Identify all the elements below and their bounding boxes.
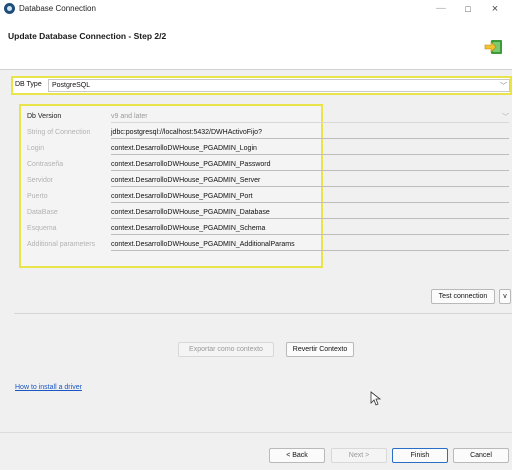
cancel-button[interactable]: Cancel [453,448,509,463]
back-button[interactable]: < Back [269,448,325,463]
db-type-select[interactable]: PostgreSQL ﹀ [48,79,510,92]
additional-params-label: Additional parameters [27,241,96,248]
schema-row: Esquema context.DesarrolloDWHouse_PGADMI… [27,222,512,236]
connection-string-label: String of Connection [27,129,91,136]
minimize-button[interactable]: — [428,1,454,17]
connection-string-row: String of Connection jdbc:postgresql://l… [27,126,512,140]
password-row: Contraseña context.DesarrolloDWHouse_PGA… [27,158,512,172]
install-driver-link[interactable]: How to install a driver [15,384,82,391]
divider [14,313,512,314]
chevron-down-icon: ﹀ [502,114,509,121]
chevron-down-icon: ﹀ [500,83,507,90]
window-title: Database Connection [19,4,96,13]
port-label: Puerto [27,193,48,200]
schema-field[interactable]: context.DesarrolloDWHouse_PGADMIN_Schema [111,223,509,235]
login-row: Login context.DesarrolloDWHouse_PGADMIN_… [27,142,512,156]
schema-label: Esquema [27,225,57,232]
login-field[interactable]: context.DesarrolloDWHouse_PGADMIN_Login [111,143,509,155]
port-row: Puerto context.DesarrolloDWHouse_PGADMIN… [27,190,512,204]
revert-context-button[interactable]: Revertir Contexto [286,342,354,357]
password-label: Contraseña [27,161,64,168]
additional-params-field[interactable]: context.DesarrolloDWHouse_PGADMIN_Additi… [111,239,509,251]
wizard-header: Update Database Connection - Step 2/2 [0,18,512,70]
password-field[interactable]: context.DesarrolloDWHouse_PGADMIN_Passwo… [111,159,509,171]
db-type-section: DB Type PostgreSQL ﹀ [11,76,512,95]
server-label: Servidor [27,177,54,184]
db-version-label: Db Version [27,113,62,120]
additional-params-row: Additional parameters context.Desarrollo… [27,238,512,252]
export-context-button[interactable]: Exportar como contexto [178,342,274,357]
next-button[interactable]: Next > [331,448,387,463]
login-label: Login [27,145,45,152]
database-field[interactable]: context.DesarrolloDWHouse_PGADMIN_Databa… [111,207,509,219]
close-button[interactable]: × [482,1,508,17]
finish-button[interactable]: Finish [392,448,448,463]
db-type-value: PostgreSQL [52,82,91,89]
db-version-row: Db Version v9 and later ﹀ [27,110,512,124]
server-row: Servidor context.DesarrolloDWHouse_PGADM… [27,174,512,188]
test-connection-dropdown-button[interactable]: v [499,289,511,304]
db-type-label: DB Type [15,81,42,88]
window-titlebar: Database Connection — □ × [0,0,512,18]
import-wizard-icon [484,40,502,54]
test-connection-button[interactable]: Test connection [431,289,495,304]
connection-parameters: Db Version v9 and later ﹀ String of Conn… [19,104,509,268]
maximize-button[interactable]: □ [455,1,481,17]
mouse-cursor-icon [370,391,382,406]
database-row: DataBase context.DesarrolloDWHouse_PGADM… [27,206,512,220]
database-label: DataBase [27,209,58,216]
server-field[interactable]: context.DesarrolloDWHouse_PGADMIN_Server [111,175,509,187]
db-version-select[interactable]: v9 and later [111,111,509,123]
port-field[interactable]: context.DesarrolloDWHouse_PGADMIN_Port [111,191,509,203]
connection-string-field[interactable]: jdbc:postgresql://localhost:5432/DWHActi… [111,127,509,139]
database-app-icon [4,3,15,14]
footer-divider [0,432,512,433]
page-title: Update Database Connection - Step 2/2 [8,31,167,41]
